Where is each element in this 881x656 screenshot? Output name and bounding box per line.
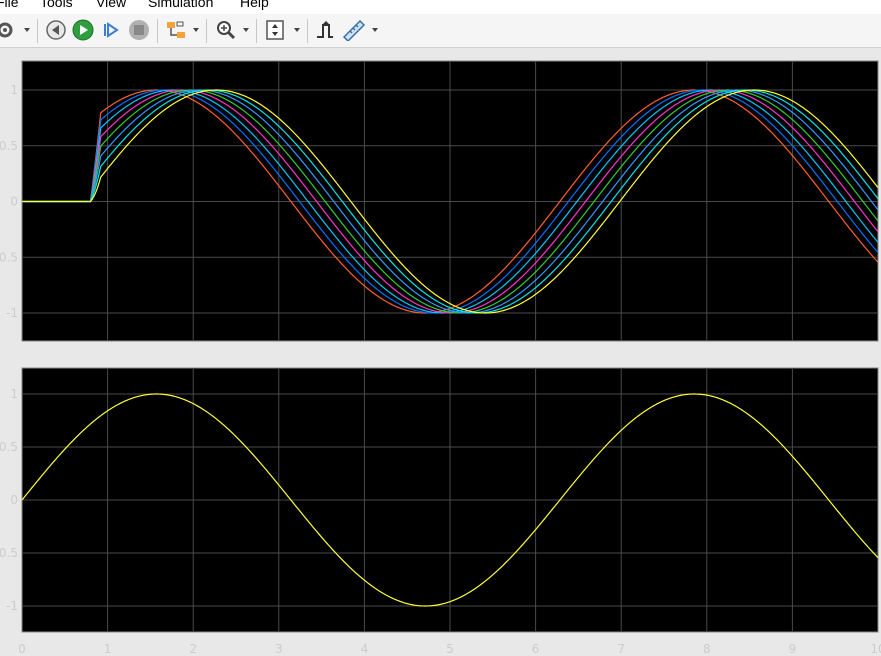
stop-icon[interactable] xyxy=(127,17,151,43)
toolbar xyxy=(0,14,881,48)
step-back-icon[interactable] xyxy=(44,17,68,43)
menu-file[interactable]: File xyxy=(0,0,19,10)
y-tick-label: -1 xyxy=(6,306,18,320)
y-tick-label: 1 xyxy=(10,83,18,97)
y-ticks-top: 1 0.5 0 -0.5 -1 xyxy=(0,83,18,320)
x-ticks: 0 1 2 3 4 5 6 7 8 9 10 xyxy=(18,642,881,656)
y-tick-label: -1 xyxy=(6,599,18,613)
zoom-dropdown-icon[interactable] xyxy=(243,28,249,32)
x-tick-label: 0 xyxy=(18,642,26,656)
scope-display: 1 0.5 0 -0.5 -1 1 0.5 0 -0.5 -1 0 1 2 3 4 5 6 7 8 9 10 xyxy=(0,48,881,656)
settings-dropdown-icon[interactable] xyxy=(24,28,30,32)
triggers-icon[interactable] xyxy=(313,17,337,43)
measurements-dropdown-icon[interactable] xyxy=(372,28,378,32)
y-tick-label: 0 xyxy=(10,195,18,209)
x-tick-label: 4 xyxy=(361,642,369,656)
x-tick-label: 9 xyxy=(789,642,797,656)
scale-dropdown-icon[interactable] xyxy=(294,28,300,32)
toolbar-separator xyxy=(256,19,257,43)
x-tick-label: 2 xyxy=(189,642,197,656)
x-tick-label: 8 xyxy=(703,642,711,656)
x-tick-label: 5 xyxy=(446,642,454,656)
x-tick-label: 3 xyxy=(275,642,283,656)
x-tick-label: 1 xyxy=(104,642,112,656)
y-tick-label: -0.5 xyxy=(0,250,18,264)
highlight-dropdown-icon[interactable] xyxy=(193,28,199,32)
step-forward-icon[interactable] xyxy=(99,17,123,43)
menu-view[interactable]: View xyxy=(96,0,126,10)
y-tick-label: 0 xyxy=(10,493,18,507)
settings-gear-icon[interactable] xyxy=(0,17,16,43)
y-ticks-bottom: 1 0.5 0 -0.5 -1 xyxy=(0,387,18,613)
zoom-in-icon[interactable] xyxy=(213,17,239,43)
y-tick-label: 0.5 xyxy=(0,440,18,454)
highlight-model-icon[interactable] xyxy=(163,17,189,43)
y-tick-label: 0.5 xyxy=(0,139,18,153)
menu-simulation[interactable]: Simulation xyxy=(148,0,213,10)
menu-help[interactable]: Help xyxy=(240,0,269,10)
y-tick-label: 1 xyxy=(10,387,18,401)
menu-bar: File Tools View Simulation Help xyxy=(0,0,881,14)
scale-axes-icon[interactable] xyxy=(262,17,288,43)
toolbar-separator xyxy=(307,19,308,43)
x-tick-label: 10 xyxy=(870,642,881,656)
y-tick-label: -0.5 xyxy=(0,546,18,560)
run-icon[interactable] xyxy=(70,17,96,43)
measurements-icon[interactable] xyxy=(341,17,367,43)
toolbar-separator xyxy=(37,19,38,43)
toolbar-separator xyxy=(157,19,158,43)
toolbar-separator xyxy=(206,19,207,43)
x-tick-label: 7 xyxy=(617,642,625,656)
menu-tools[interactable]: Tools xyxy=(40,0,73,10)
x-tick-label: 6 xyxy=(532,642,540,656)
scope-canvas: 1 0.5 0 -0.5 -1 1 0.5 0 -0.5 -1 0 1 2 3 4 5 6 7 8 9 10 xyxy=(0,60,881,656)
